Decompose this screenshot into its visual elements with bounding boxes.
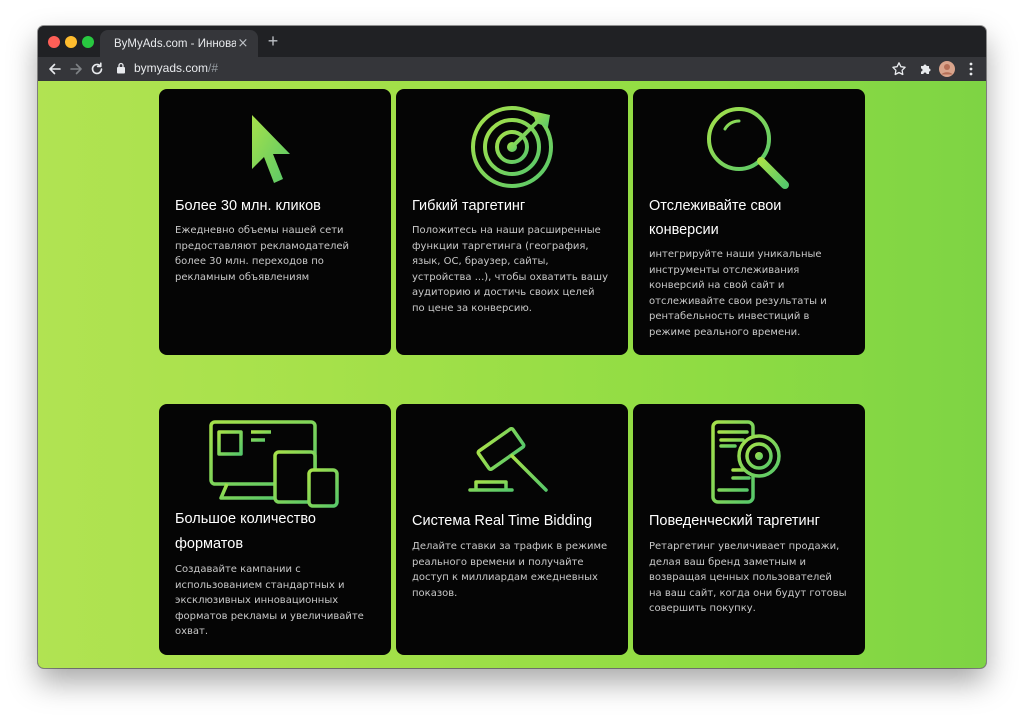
tab-bar: ByMyAds.com - Инновационные × + <box>38 26 986 57</box>
page-viewport: Более 30 млн. кликов Ежедневно объемы на… <box>38 81 986 668</box>
card-title: Более 30 млн. кликов <box>175 198 321 214</box>
card-title: Отслеживайте свои конверсии <box>649 198 782 238</box>
feature-card: Гибкий таргетинг Положитесь на наши расш… <box>396 89 628 355</box>
feature-card: Система Real Time Bidding Делайте ставки… <box>396 404 628 655</box>
target-icon <box>471 106 553 188</box>
card-text: интегрируйте наши уникальные инструменты… <box>649 249 827 338</box>
minimize-window-button[interactable] <box>65 36 77 48</box>
card-text: Ретаргетинг увеличивает продажи, делая в… <box>649 541 847 614</box>
forward-arrow-icon[interactable] <box>67 60 85 78</box>
browser-window: ByMyAds.com - Инновационные × + bymyads.… <box>38 26 986 668</box>
cursor-icon <box>252 115 290 183</box>
profile-avatar-icon[interactable] <box>938 60 956 78</box>
card-text: Положитесь на наши расширенные функции т… <box>412 225 608 314</box>
back-arrow-icon[interactable] <box>46 60 64 78</box>
close-window-button[interactable] <box>48 36 60 48</box>
bookmark-star-icon[interactable] <box>890 60 908 78</box>
feature-card: Поведенческий таргетинг Ретаргетинг увел… <box>633 404 865 655</box>
feature-card: Отслеживайте свои конверсии интегрируйте… <box>633 89 865 355</box>
phone-target-icon <box>711 420 781 504</box>
lock-icon <box>117 62 125 74</box>
card-title: Большое количество форматов <box>175 511 316 552</box>
reload-icon[interactable] <box>88 60 106 78</box>
devices-icon <box>209 420 339 508</box>
browser-toolbar: bymyads.com /# <box>38 57 986 81</box>
card-title: Гибкий таргетинг <box>412 198 526 214</box>
extensions-puzzle-icon[interactable] <box>917 60 935 78</box>
card-text: Делайте ставки за трафик в режиме реальн… <box>412 541 608 599</box>
url-path: /# <box>208 61 219 75</box>
new-tab-button[interactable]: + <box>264 32 282 50</box>
feature-card: Большое количество форматов Создавайте к… <box>159 404 391 655</box>
browser-tab[interactable]: ByMyAds.com - Инновационные × <box>100 30 258 57</box>
card-title: Система Real Time Bidding <box>412 513 593 529</box>
url-host: bymyads.com <box>134 61 209 75</box>
feature-card: Более 30 млн. кликов Ежедневно объемы на… <box>159 89 391 355</box>
magnifier-icon <box>707 107 789 189</box>
card-title: Поведенческий таргетинг <box>649 513 820 529</box>
tab-close-icon[interactable]: × <box>236 36 250 51</box>
maximize-window-button[interactable] <box>82 36 94 48</box>
card-text: Создавайте кампании с использованием ста… <box>175 564 364 637</box>
menu-dots-icon[interactable] <box>962 60 980 78</box>
gavel-icon <box>462 426 548 502</box>
address-bar[interactable]: bymyads.com /# <box>106 57 908 79</box>
tab-title: ByMyAds.com - Инновационные <box>114 37 236 50</box>
card-text: Ежедневно объемы нашей сети предоставляю… <box>175 225 350 283</box>
